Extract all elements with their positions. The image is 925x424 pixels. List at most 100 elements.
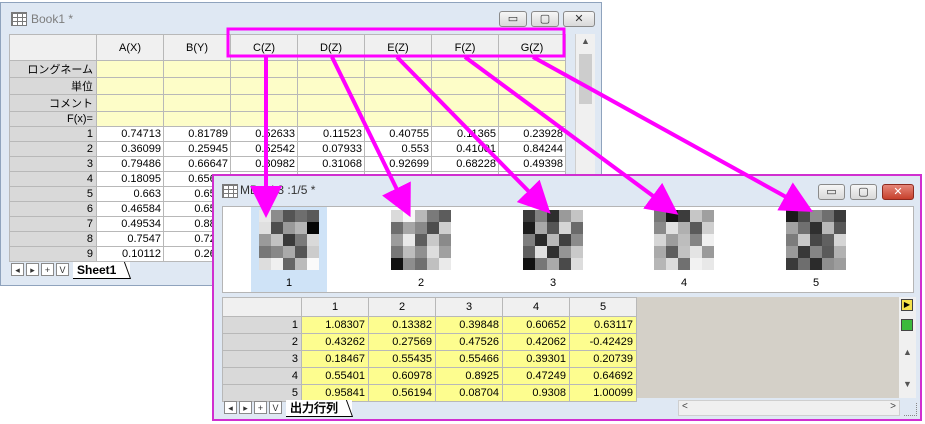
- add-sheet-button[interactable]: +: [41, 263, 54, 276]
- row-header[interactable]: 7: [9, 216, 97, 232]
- data-cell[interactable]: 0.36099: [96, 141, 164, 157]
- sheet-list-button[interactable]: V: [269, 401, 282, 414]
- data-cell[interactable]: 0.63117: [569, 316, 637, 334]
- maximize-button[interactable]: ▢: [531, 11, 559, 27]
- data-cell[interactable]: 0.39848: [435, 316, 503, 334]
- row-header[interactable]: 3: [9, 156, 97, 172]
- scroll-up-icon[interactable]: ▲: [899, 347, 916, 357]
- next-sheet-button[interactable]: ▸: [26, 263, 39, 276]
- sheet-list-button[interactable]: V: [56, 263, 69, 276]
- column-header[interactable]: 1: [301, 297, 369, 317]
- column-header[interactable]: C(Z): [230, 34, 298, 61]
- data-cell[interactable]: 1.08307: [301, 316, 369, 334]
- row-header[interactable]: 1: [9, 126, 97, 142]
- sheet-tab-output-matrix[interactable]: 出力行列: [286, 400, 353, 417]
- prev-sheet-button[interactable]: ◂: [224, 401, 237, 414]
- scroll-up-icon[interactable]: ▲: [576, 36, 595, 52]
- label-cell[interactable]: [96, 94, 164, 112]
- data-cell[interactable]: 0.52633: [230, 126, 298, 142]
- row-label[interactable]: ロングネーム: [9, 60, 97, 78]
- close-button[interactable]: ✕: [563, 11, 595, 27]
- data-cell[interactable]: 0.13382: [368, 316, 436, 334]
- data-cell[interactable]: 0.553: [364, 141, 432, 157]
- label-cell[interactable]: [96, 60, 164, 78]
- label-cell[interactable]: [163, 94, 231, 112]
- matrix-thumbnail[interactable]: 1: [251, 207, 327, 292]
- horizontal-scrollbar[interactable]: < >: [678, 400, 900, 416]
- prev-sheet-button[interactable]: ◂: [11, 263, 24, 276]
- row-label[interactable]: 単位: [9, 77, 97, 95]
- data-cell[interactable]: 0.60652: [502, 316, 570, 334]
- matrix-thumbnail[interactable]: 5: [778, 207, 854, 292]
- data-cell[interactable]: 0.07933: [297, 141, 365, 157]
- data-cell[interactable]: 0.663: [96, 186, 164, 202]
- column-header[interactable]: 2: [368, 297, 436, 317]
- close-button[interactable]: ✕: [882, 184, 914, 200]
- column-header[interactable]: F(Z): [431, 34, 499, 61]
- row-header[interactable]: 4: [9, 171, 97, 187]
- data-cell[interactable]: 0.18467: [301, 350, 369, 368]
- corner-cell[interactable]: [9, 34, 97, 61]
- book1-titlebar[interactable]: Book1 * ▭ ▢ ✕: [1, 3, 601, 33]
- data-cell[interactable]: 0.20739: [569, 350, 637, 368]
- label-cell[interactable]: [96, 111, 164, 127]
- matrix-thumbnail[interactable]: 2: [383, 207, 459, 292]
- data-cell[interactable]: 0.8925: [435, 367, 503, 385]
- data-cell[interactable]: 0.55401: [301, 367, 369, 385]
- label-cell[interactable]: [297, 60, 365, 78]
- column-header[interactable]: 4: [502, 297, 570, 317]
- column-header[interactable]: 3: [435, 297, 503, 317]
- vertical-scrollbar[interactable]: ▶ ▲ ▼: [899, 297, 916, 398]
- data-cell[interactable]: 0.11365: [431, 126, 499, 142]
- row-header[interactable]: 3: [222, 350, 302, 368]
- sheet-tab-sheet1[interactable]: Sheet1: [73, 262, 131, 279]
- data-cell[interactable]: 0.80982: [230, 156, 298, 172]
- label-cell[interactable]: [230, 111, 298, 127]
- data-cell[interactable]: 0.79486: [96, 156, 164, 172]
- data-cell[interactable]: 0.27569: [368, 333, 436, 351]
- label-cell[interactable]: [230, 94, 298, 112]
- data-cell[interactable]: 0.60978: [368, 367, 436, 385]
- data-cell[interactable]: 0.23928: [498, 126, 566, 142]
- corner-cell[interactable]: [222, 297, 302, 317]
- label-cell[interactable]: [364, 111, 432, 127]
- data-cell[interactable]: 0.43262: [301, 333, 369, 351]
- scroll-right-icon[interactable]: >: [890, 401, 896, 412]
- data-cell[interactable]: 0.10112: [96, 246, 164, 262]
- matrix-thumbnail[interactable]: 4: [646, 207, 722, 292]
- row-label[interactable]: F(x)=: [9, 111, 97, 127]
- row-header[interactable]: 6: [9, 201, 97, 217]
- data-cell[interactable]: 0.40755: [364, 126, 432, 142]
- label-cell[interactable]: [498, 60, 566, 78]
- lock-icon[interactable]: [901, 319, 913, 331]
- data-cell[interactable]: 0.68228: [431, 156, 499, 172]
- row-header[interactable]: 2: [222, 333, 302, 351]
- data-cell[interactable]: 0.7547: [96, 231, 164, 247]
- minimize-button[interactable]: ▭: [818, 184, 845, 200]
- data-cell[interactable]: 0.92699: [364, 156, 432, 172]
- data-cell[interactable]: 0.18095: [96, 171, 164, 187]
- label-cell[interactable]: [163, 60, 231, 78]
- play-icon[interactable]: ▶: [901, 299, 913, 311]
- column-header[interactable]: B(Y): [163, 34, 231, 61]
- data-cell[interactable]: 0.66647: [163, 156, 231, 172]
- scroll-down-icon[interactable]: ▼: [899, 379, 916, 389]
- data-cell[interactable]: 0.81789: [163, 126, 231, 142]
- label-cell[interactable]: [96, 77, 164, 95]
- label-cell[interactable]: [230, 77, 298, 95]
- label-cell[interactable]: [297, 77, 365, 95]
- data-cell[interactable]: 0.47249: [502, 367, 570, 385]
- row-header[interactable]: 5: [9, 186, 97, 202]
- row-label[interactable]: コメント: [9, 94, 97, 112]
- data-cell[interactable]: 0.49398: [498, 156, 566, 172]
- label-cell[interactable]: [431, 111, 499, 127]
- data-cell[interactable]: 0.49534: [96, 216, 164, 232]
- data-cell[interactable]: 0.31068: [297, 156, 365, 172]
- label-cell[interactable]: [230, 60, 298, 78]
- add-sheet-button[interactable]: +: [254, 401, 267, 414]
- column-header[interactable]: 5: [569, 297, 637, 317]
- data-cell[interactable]: 0.52542: [230, 141, 298, 157]
- data-cell[interactable]: 0.11523: [297, 126, 365, 142]
- label-cell[interactable]: [364, 77, 432, 95]
- column-header[interactable]: A(X): [96, 34, 164, 61]
